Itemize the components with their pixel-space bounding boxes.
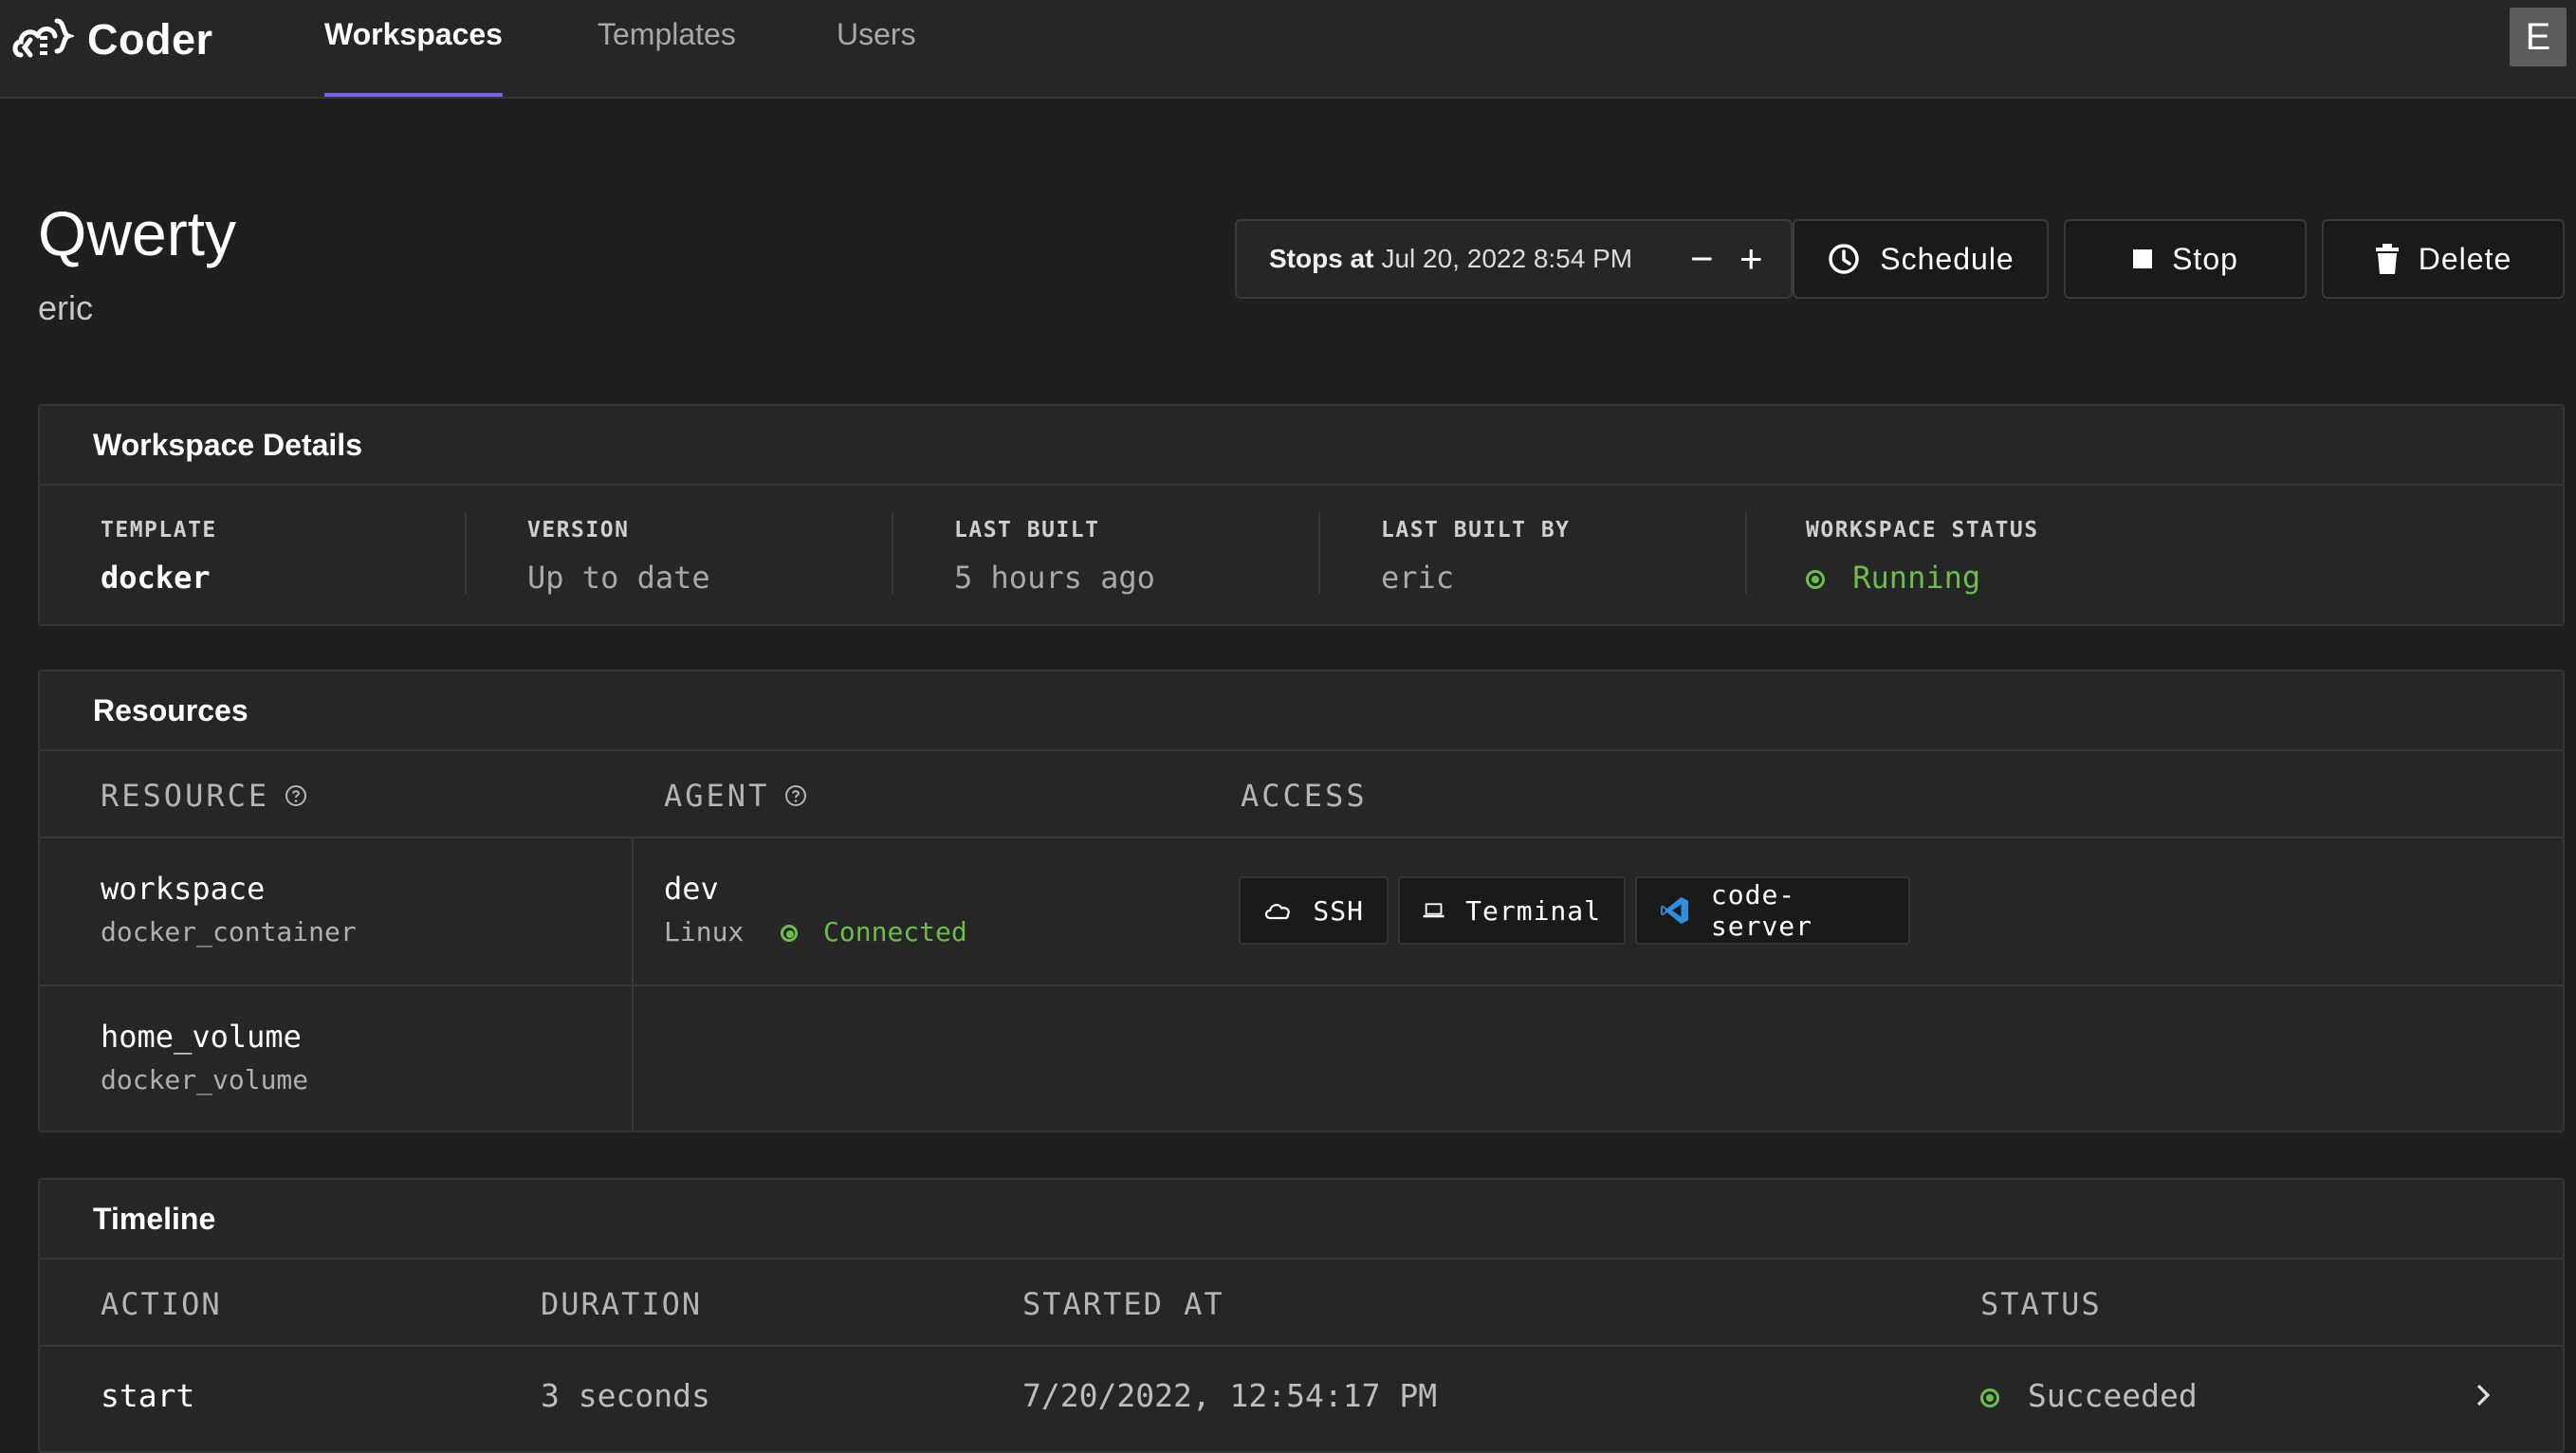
clock-icon bbox=[1829, 244, 1860, 274]
column-header-label: AGENT bbox=[664, 778, 770, 814]
detail-label: LAST BUILT BY bbox=[1381, 518, 1571, 543]
code-server-button[interactable]: code-server bbox=[1635, 876, 1910, 945]
divider bbox=[892, 512, 893, 594]
divider bbox=[465, 512, 467, 594]
stop-label: Stop bbox=[2172, 241, 2238, 276]
coder-logo[interactable]: Coder bbox=[11, 11, 213, 68]
detail-value: docker bbox=[101, 560, 211, 596]
detail-value: Up to date bbox=[527, 560, 710, 596]
resource-name: workspace bbox=[101, 871, 266, 907]
resource-type: docker_container bbox=[101, 916, 357, 947]
agent-info: Linux Connected bbox=[664, 916, 967, 947]
vscode-icon bbox=[1660, 896, 1688, 925]
divider bbox=[1318, 512, 1320, 594]
timeline-status: Succeeded bbox=[1980, 1377, 2198, 1414]
detail-last-built: LAST BUILT 5 hours ago bbox=[954, 518, 1155, 596]
nav-tab-users[interactable]: Users bbox=[837, 17, 916, 97]
stop-button[interactable]: Stop bbox=[2064, 219, 2307, 299]
workspace-details-title: Workspace Details bbox=[40, 406, 2563, 486]
app-name: Coder bbox=[87, 15, 213, 64]
decrease-deadline-button[interactable]: − bbox=[1690, 236, 1714, 282]
workspace-title: Qwerty bbox=[38, 198, 237, 268]
detail-workspace-status: WORKSPACE STATUS Running bbox=[1806, 518, 2039, 596]
divider bbox=[1745, 512, 1747, 594]
detail-label: TEMPLATE bbox=[101, 518, 217, 543]
column-header-action: ACTION bbox=[101, 1286, 222, 1322]
divider bbox=[40, 984, 2563, 986]
timeline-duration: 3 seconds bbox=[541, 1377, 710, 1414]
column-header-label: RESOURCE bbox=[101, 778, 270, 814]
timeline-started-at: 7/20/2022, 12:54:17 PM bbox=[1022, 1377, 1438, 1414]
nav-tab-templates[interactable]: Templates bbox=[598, 17, 736, 97]
timeline-panel: Timeline ACTION DURATION STARTED AT STAT… bbox=[38, 1178, 2565, 1453]
column-header-access: ACCESS bbox=[1241, 778, 1368, 814]
schedule-button[interactable]: Schedule bbox=[1793, 219, 2049, 299]
agent-os: Linux bbox=[664, 916, 745, 947]
detail-label: LAST BUILT bbox=[954, 518, 1100, 543]
stop-icon bbox=[2133, 249, 2153, 268]
detail-label: WORKSPACE STATUS bbox=[1806, 518, 2039, 543]
column-header-started-at: STARTED AT bbox=[1022, 1286, 1224, 1322]
agent-name: dev bbox=[664, 871, 719, 907]
resource-type: docker_volume bbox=[101, 1064, 309, 1095]
help-icon[interactable] bbox=[285, 784, 307, 807]
delete-label: Delete bbox=[2418, 241, 2512, 276]
detail-template: TEMPLATE docker bbox=[101, 518, 217, 596]
trash-icon bbox=[2375, 244, 2399, 274]
terminal-button[interactable]: Terminal bbox=[1398, 876, 1626, 945]
ssh-button[interactable]: SSH bbox=[1239, 876, 1389, 945]
top-navbar: Coder Workspaces Templates Users E bbox=[0, 0, 2576, 99]
stops-label: Stops at bbox=[1269, 244, 1374, 273]
agent-status: Connected bbox=[823, 916, 967, 947]
divider bbox=[40, 1345, 2563, 1347]
schedule-stops-box: Stops at Jul 20, 2022 8:54 PM − + bbox=[1235, 219, 1793, 299]
delete-button[interactable]: Delete bbox=[2322, 219, 2565, 299]
column-header-label: ACCESS bbox=[1241, 778, 1368, 814]
detail-last-built-by: LAST BUILT BY eric bbox=[1381, 518, 1571, 596]
code-server-label: code-server bbox=[1710, 879, 1813, 942]
status-text: Succeeded bbox=[2027, 1377, 2198, 1414]
nav-tab-workspaces[interactable]: Workspaces bbox=[324, 17, 503, 97]
cloud-icon bbox=[1264, 904, 1290, 920]
schedule-label: Schedule bbox=[1880, 241, 2015, 276]
status-dot-icon bbox=[781, 925, 799, 942]
timeline-action: start bbox=[101, 1377, 195, 1414]
resource-name: home_volume bbox=[101, 1019, 302, 1055]
divider bbox=[40, 837, 2563, 838]
workspace-status-value: Running bbox=[1806, 560, 2039, 596]
timeline-title: Timeline bbox=[40, 1180, 2563, 1260]
resources-title: Resources bbox=[40, 671, 2563, 751]
workspace-owner: eric bbox=[38, 288, 94, 327]
coder-logo-icon bbox=[12, 18, 74, 58]
laptop-icon bbox=[1423, 903, 1444, 918]
terminal-label: Terminal bbox=[1465, 894, 1601, 927]
stops-time: Jul 20, 2022 8:54 PM bbox=[1381, 244, 1633, 273]
detail-version: VERSION Up to date bbox=[527, 518, 710, 596]
status-dot-icon bbox=[1980, 1388, 1999, 1407]
increase-deadline-button[interactable]: + bbox=[1739, 236, 1763, 282]
detail-label: VERSION bbox=[527, 518, 630, 543]
column-header-duration: DURATION bbox=[541, 1286, 703, 1322]
ssh-label: SSH bbox=[1313, 894, 1364, 927]
detail-value: 5 hours ago bbox=[954, 560, 1155, 596]
help-icon[interactable] bbox=[784, 784, 807, 807]
chevron-right-icon[interactable] bbox=[2474, 1381, 2493, 1409]
column-header-resource: RESOURCE bbox=[101, 778, 307, 814]
status-dot-icon bbox=[1806, 570, 1825, 589]
detail-value: eric bbox=[1381, 560, 1455, 596]
column-header-status: STATUS bbox=[1980, 1286, 2102, 1322]
user-avatar[interactable]: E bbox=[2510, 8, 2567, 66]
column-header-agent: AGENT bbox=[664, 778, 807, 814]
status-text: Running bbox=[1852, 560, 1981, 596]
workspace-details-panel: Workspace Details TEMPLATE docker VERSIO… bbox=[38, 404, 2565, 626]
